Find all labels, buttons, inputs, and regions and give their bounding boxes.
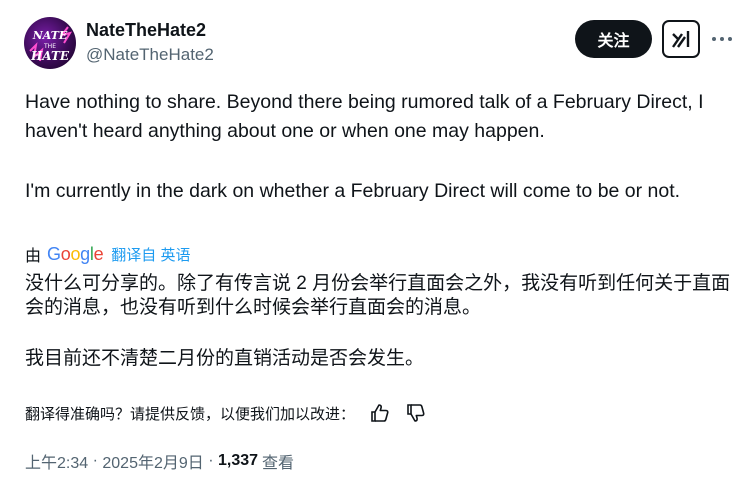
svg-text:NATE: NATE bbox=[32, 29, 68, 42]
author-display-name[interactable]: NateTheHate2 bbox=[86, 20, 206, 41]
meta-separator: · bbox=[203, 452, 218, 469]
tweet-time[interactable]: 上午2:34 bbox=[25, 449, 88, 473]
thumbs-down-icon bbox=[407, 404, 425, 422]
grok-icon bbox=[672, 31, 690, 48]
tweet-text-paragraph: Have nothing to share. Beyond there bein… bbox=[25, 91, 704, 142]
author-handle[interactable]: @NateTheHate2 bbox=[86, 45, 214, 65]
thumbs-up-button[interactable] bbox=[367, 401, 393, 425]
avatar-image: NATE THE HATE bbox=[29, 26, 73, 63]
translated-text-paragraph: 我目前还不清楚二月份的直销活动是否会发生。 bbox=[25, 348, 425, 369]
translated-text-paragraph: 没什么可分享的。除了有传言说 2 月份会举行直面会之外，我没有听到任何关于直面会… bbox=[25, 273, 731, 318]
views-count: 1,337 bbox=[218, 452, 259, 469]
meta-separator: · bbox=[88, 452, 103, 469]
grok-button[interactable] bbox=[662, 20, 700, 58]
translation-feedback: 翻译得准确吗？请提供反馈，以便我们加以改进： bbox=[25, 400, 439, 426]
tweet-card: NATE THE HATE NateTheHate2 @NateTheHate2… bbox=[0, 0, 749, 485]
more-icon bbox=[712, 37, 732, 41]
thumbs-up-icon bbox=[371, 404, 389, 422]
svg-text:HATE: HATE bbox=[30, 49, 70, 63]
follow-button[interactable]: 关注 bbox=[575, 20, 652, 58]
google-logo: Google bbox=[47, 243, 104, 264]
thumbs-down-button[interactable] bbox=[403, 401, 429, 425]
translation-attribution: 由 Google 翻译自 英语 bbox=[25, 243, 190, 266]
tweet-metadata: 上午2:34 · 2025年2月9日 · 1,337 查看 bbox=[25, 450, 294, 472]
translated-from-link[interactable]: 翻译自 英语 bbox=[111, 244, 190, 265]
avatar[interactable]: NATE THE HATE bbox=[24, 17, 76, 69]
more-button[interactable] bbox=[708, 27, 736, 51]
translated-by-label: 由 bbox=[25, 248, 42, 265]
tweet-text-paragraph: I'm currently in the dark on whether a F… bbox=[25, 180, 681, 202]
tweet-date[interactable]: 2025年2月9日 bbox=[102, 449, 203, 473]
feedback-prompt: 翻译得准确吗？请提供反馈，以便我们加以改进： bbox=[25, 405, 356, 423]
views-label: 查看 bbox=[262, 455, 295, 472]
